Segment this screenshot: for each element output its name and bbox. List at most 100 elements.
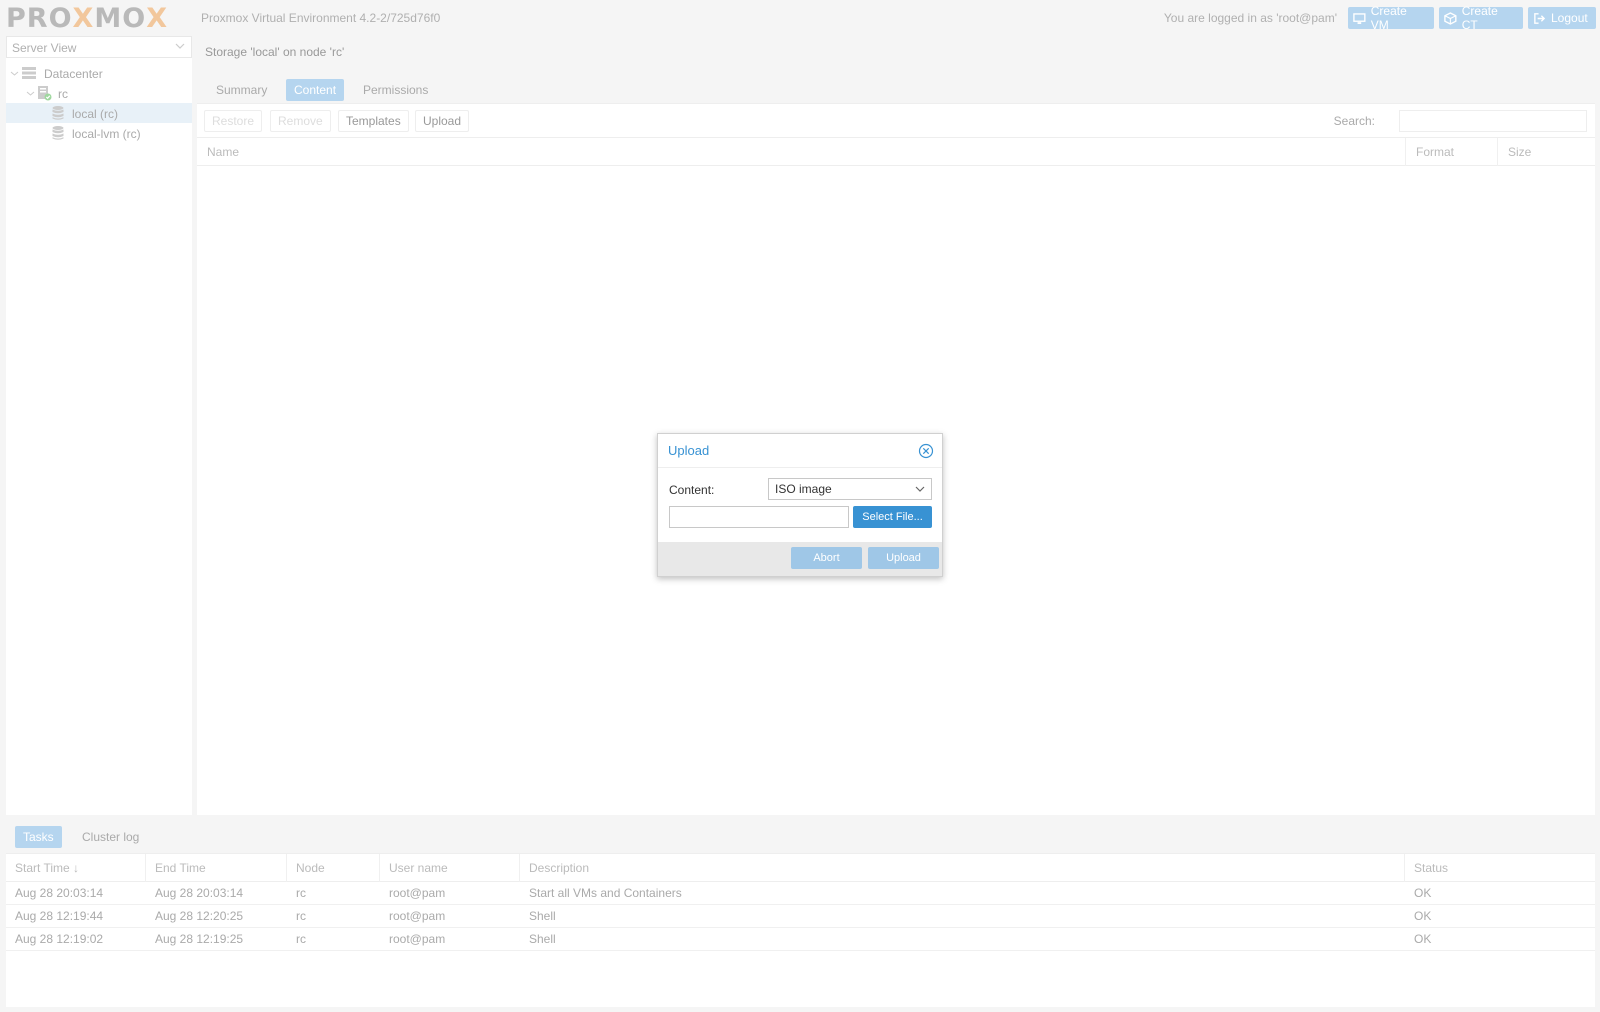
content-tabs: Summary Content Permissions <box>197 70 1595 104</box>
version-text: Proxmox Virtual Environment 4.2-2/725d76… <box>201 11 441 25</box>
select-file-button[interactable]: Select File... <box>853 506 932 528</box>
task-row[interactable]: Aug 28 12:19:02 Aug 28 12:19:25 rc root@… <box>6 928 1595 951</box>
templates-button[interactable]: Templates <box>338 110 409 132</box>
column-header-format[interactable]: Format <box>1406 138 1498 166</box>
dialog-footer: Abort Upload <box>658 542 942 576</box>
cube-icon <box>1444 11 1457 25</box>
task-user: root@pam <box>389 886 446 900</box>
resource-tree: Datacenter rc local (rc) local-lvm (rc) <box>6 63 192 143</box>
sign-out-icon <box>1534 12 1546 24</box>
upload-button[interactable]: Upload <box>415 110 470 132</box>
search-input[interactable] <box>1399 110 1587 132</box>
main-panel: Storage 'local' on node 'rc' Summary Con… <box>197 36 1595 815</box>
task-end-time: Aug 28 12:20:25 <box>155 909 244 923</box>
dialog-upload-button[interactable]: Upload <box>868 547 939 569</box>
tree-collapse-icon[interactable] <box>10 69 19 78</box>
proxmox-logo: PRO X MO X <box>6 2 169 34</box>
logout-label: Logout <box>1551 11 1588 25</box>
panel-title: Storage 'local' on node 'rc' <box>197 36 1595 70</box>
task-end-time: Aug 28 20:03:14 <box>155 886 244 900</box>
close-icon[interactable] <box>918 443 934 459</box>
task-description: Shell <box>529 932 556 946</box>
tab-cluster-log[interactable]: Cluster log <box>74 826 147 848</box>
datacenter-icon <box>22 67 36 79</box>
logo-text-pro: PRO <box>6 2 73 34</box>
column-header-end-time[interactable]: End Time <box>146 854 287 882</box>
task-row[interactable]: Aug 28 20:03:14 Aug 28 20:03:14 rc root@… <box>6 882 1595 905</box>
column-header-node[interactable]: Node <box>287 854 380 882</box>
column-header-name[interactable]: Name <box>197 138 1406 166</box>
tree-item-datacenter[interactable]: Datacenter <box>6 63 192 83</box>
tree-item-node-rc[interactable]: rc <box>6 83 192 103</box>
task-description: Start all VMs and Containers <box>529 886 682 900</box>
tab-permissions[interactable]: Permissions <box>355 79 436 101</box>
create-ct-label: Create CT <box>1461 4 1498 32</box>
top-bar: PRO X MO X Proxmox Virtual Environment 4.2-… <box>0 0 1600 35</box>
task-node: rc <box>296 909 306 923</box>
task-status: OK <box>1414 886 1432 900</box>
abort-button[interactable]: Abort <box>791 547 862 569</box>
logo-text-mo: MO <box>94 2 147 34</box>
create-vm-button[interactable]: Create VM <box>1348 4 1434 32</box>
logo-text-x2: X <box>146 2 169 34</box>
log-panel: Tasks Cluster log Start Time ↓ End Time … <box>6 820 1595 1007</box>
content-grid-header: Name Format Size <box>197 138 1595 166</box>
task-user: root@pam <box>389 909 446 923</box>
content-label: Content: <box>669 483 715 497</box>
content-type-value: ISO image <box>775 482 832 496</box>
tree-item-storage-local[interactable]: local (rc) <box>6 103 192 123</box>
tree-item-label: local (rc) <box>72 107 119 121</box>
task-start-time: Aug 28 12:19:44 <box>15 909 104 923</box>
resource-tree-panel: Server View Datacenter rc local (rc) loc… <box>6 36 192 815</box>
logout-button[interactable]: Logout <box>1528 7 1596 29</box>
view-selector[interactable]: Server View <box>6 36 192 58</box>
search-label: Search: <box>1333 114 1375 128</box>
column-header-user-name[interactable]: User name <box>380 854 520 882</box>
content-toolbar: Restore Remove Templates Upload Search: <box>197 104 1595 138</box>
column-header-status[interactable]: Status <box>1405 854 1595 882</box>
tree-item-label: rc <box>58 87 68 101</box>
dialog-header: Upload <box>658 434 942 468</box>
task-node: rc <box>296 886 306 900</box>
storage-icon <box>52 126 64 140</box>
remove-button[interactable]: Remove <box>270 110 331 132</box>
task-row[interactable]: Aug 28 12:19:44 Aug 28 12:20:25 rc root@… <box>6 905 1595 928</box>
tasks-grid-header: Start Time ↓ End Time Node User name Des… <box>6 854 1595 882</box>
monitor-icon <box>1353 12 1366 24</box>
task-description: Shell <box>529 909 556 923</box>
column-header-description[interactable]: Description <box>520 854 1405 882</box>
tree-item-label: Datacenter <box>44 67 103 81</box>
file-path-field[interactable] <box>669 506 849 528</box>
logo-text-x: X <box>72 2 95 34</box>
task-end-time: Aug 28 12:19:25 <box>155 932 244 946</box>
task-start-time: Aug 28 20:03:14 <box>15 886 104 900</box>
tab-summary[interactable]: Summary <box>208 79 275 101</box>
tree-item-storage-local-lvm[interactable]: local-lvm (rc) <box>6 123 192 143</box>
create-vm-label: Create VM <box>1370 4 1407 32</box>
logged-in-text: You are logged in as 'root@pam' <box>1163 11 1337 25</box>
content-type-select[interactable]: ISO image <box>768 478 932 500</box>
dialog-title: Upload <box>668 443 710 458</box>
tab-tasks[interactable]: Tasks <box>15 826 62 848</box>
view-selector-value: Server View <box>12 41 77 55</box>
task-status: OK <box>1414 909 1432 923</box>
sort-desc-icon: ↓ <box>73 861 80 875</box>
column-header-start-time[interactable]: Start Time ↓ <box>6 854 146 882</box>
create-ct-button[interactable]: Create CT <box>1439 4 1523 32</box>
node-online-icon <box>38 86 52 101</box>
tree-collapse-icon[interactable] <box>26 89 35 98</box>
task-user: root@pam <box>389 932 446 946</box>
restore-button[interactable]: Restore <box>204 110 263 132</box>
upload-dialog: Upload Content: ISO image Select File...… <box>657 433 943 577</box>
task-node: rc <box>296 932 306 946</box>
log-tabs: Tasks Cluster log <box>6 820 1595 854</box>
tab-content[interactable]: Content <box>286 79 345 101</box>
chevron-down-icon <box>175 43 185 49</box>
chevron-down-icon <box>915 486 925 492</box>
storage-icon <box>52 106 64 120</box>
task-start-time: Aug 28 12:19:02 <box>15 932 104 946</box>
column-header-label: Start Time <box>15 861 70 875</box>
task-status: OK <box>1414 932 1432 946</box>
column-header-size[interactable]: Size <box>1498 138 1595 166</box>
tree-item-label: local-lvm (rc) <box>72 127 141 141</box>
